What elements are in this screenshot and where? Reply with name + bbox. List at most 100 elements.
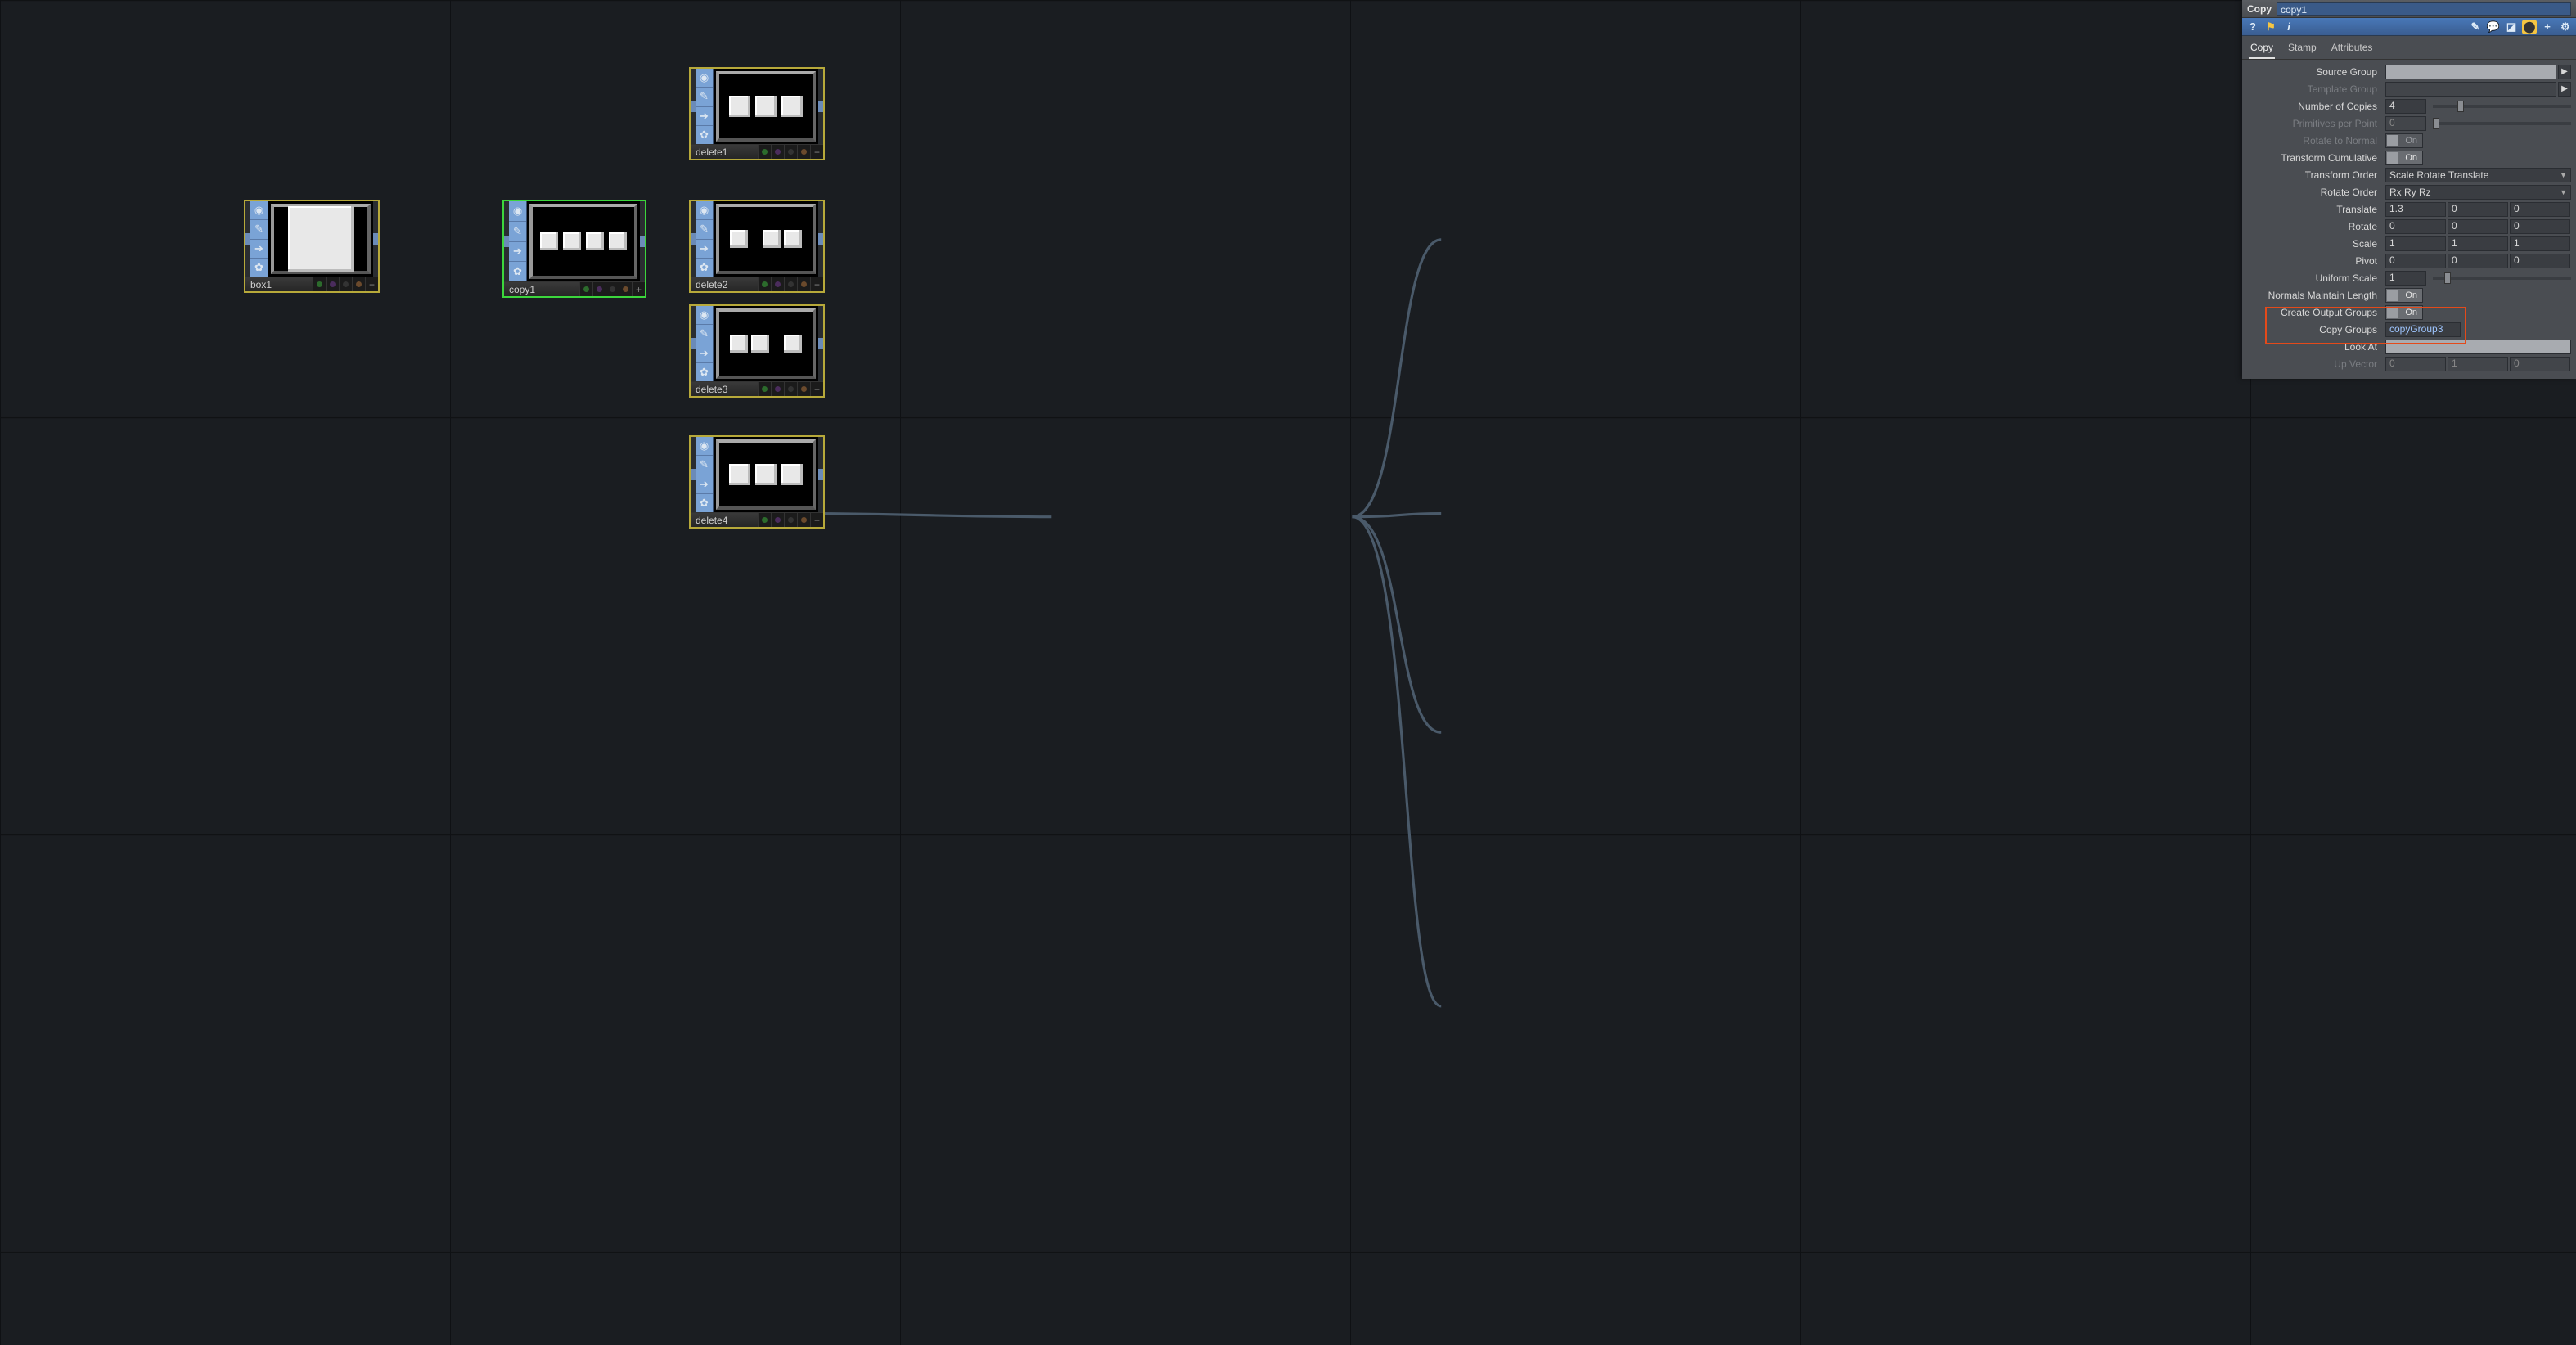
node-delete3[interactable]: ◉ ✎ ➔ ✿ delete3 + — [689, 304, 825, 398]
colorswatch-icon[interactable]: ◪ — [2504, 20, 2519, 34]
lock-icon[interactable]: ✎ — [696, 220, 713, 239]
lock-icon[interactable]: ✎ — [250, 220, 268, 239]
parameter-rows: Source Group ▶ Template Group ▶ Number o… — [2242, 60, 2576, 379]
sx-field[interactable]: 1 — [2385, 236, 2446, 251]
node-flag-column: ◉ ✎ ➔ ✿ — [509, 201, 527, 281]
node-label[interactable]: box1 — [245, 277, 313, 291]
tab-copy[interactable]: Copy — [2249, 39, 2275, 59]
lookat-field[interactable] — [2385, 340, 2571, 354]
tcum-toggle[interactable]: On — [2385, 151, 2423, 165]
help-icon[interactable]: ? — [2245, 20, 2260, 34]
display-icon[interactable]: ➔ — [696, 107, 713, 126]
param-transform-order: Transform Order Scale Rotate Translate▼ — [2247, 166, 2571, 183]
info-icon[interactable]: i — [2281, 20, 2296, 34]
template-group-field — [2385, 82, 2556, 97]
node-info-icon[interactable]: ⚑ — [2263, 20, 2278, 34]
lock-icon[interactable]: ✎ — [696, 325, 713, 344]
param-uniform-scale: Uniform Scale 1 — [2247, 269, 2571, 286]
tz-field[interactable]: 0 — [2510, 202, 2570, 217]
node-output-port[interactable] — [818, 437, 823, 512]
node-output-port[interactable] — [818, 306, 823, 381]
node-delete1[interactable]: ◉ ✎ ➔ ✿ delete1 + — [689, 67, 825, 160]
node-preview — [716, 308, 816, 379]
display-icon[interactable]: ➔ — [250, 240, 268, 259]
template-icon[interactable]: ✿ — [250, 259, 268, 277]
source-group-menu[interactable]: ▶ — [2558, 65, 2571, 79]
operator-name-field[interactable]: copy1 — [2277, 2, 2571, 16]
parameter-pane: Copy copy1 ? ⚑ i ✎ 💬 ◪ ⬤ + ⚙ Copy Stamp … — [2242, 0, 2576, 379]
template-icon[interactable]: ✿ — [696, 259, 713, 277]
parameter-title-bar: Copy copy1 — [2242, 0, 2576, 18]
template-icon[interactable]: ✿ — [696, 126, 713, 144]
param-up-vector: Up Vector 0 1 0 — [2247, 355, 2571, 372]
tab-attributes[interactable]: Attributes — [2330, 39, 2375, 59]
gear-icon[interactable]: ⚙ — [2558, 20, 2573, 34]
cog-toggle[interactable]: On — [2385, 305, 2423, 320]
copygroups-field[interactable]: copyGroup3 — [2385, 322, 2461, 337]
bypass-icon[interactable]: ◉ — [509, 201, 526, 222]
param-create-output-groups: Create Output Groups On — [2247, 304, 2571, 321]
rx-field[interactable]: 0 — [2385, 219, 2446, 234]
node-delete2[interactable]: ◉ ✎ ➔ ✿ delete2 + — [689, 200, 825, 293]
nml-toggle[interactable]: On — [2385, 288, 2423, 303]
param-rotate-to-normal: Rotate to Normal On — [2247, 132, 2571, 149]
parameter-toolbar: ? ⚑ i ✎ 💬 ◪ ⬤ + ⚙ — [2242, 18, 2576, 36]
ux-field: 0 — [2385, 357, 2446, 371]
template-icon[interactable]: ✿ — [509, 262, 526, 281]
node-label[interactable]: delete4 — [691, 513, 758, 527]
rotate-order-dropdown[interactable]: Rx Ry Rz▼ — [2385, 185, 2571, 200]
node-label[interactable]: delete3 — [691, 382, 758, 396]
bypass-icon[interactable]: ◉ — [250, 201, 268, 220]
node-copy1[interactable]: ◉ ✎ ➔ ✿ copy1 + — [502, 200, 646, 298]
node-preview — [716, 439, 816, 510]
ty-field[interactable]: 0 — [2448, 202, 2508, 217]
display-icon[interactable]: ➔ — [509, 242, 526, 263]
node-output-port[interactable] — [818, 69, 823, 144]
px-field[interactable]: 0 — [2385, 254, 2446, 268]
display-icon[interactable]: ➔ — [696, 344, 713, 363]
uy-field: 1 — [2448, 357, 2508, 371]
lock-icon[interactable]: ✎ — [696, 456, 713, 475]
node-label[interactable]: delete2 — [691, 277, 758, 291]
param-translate: Translate 1.3 0 0 — [2247, 200, 2571, 218]
tab-stamp[interactable]: Stamp — [2286, 39, 2318, 59]
add-icon[interactable]: + — [2540, 20, 2555, 34]
rz-field[interactable]: 0 — [2510, 219, 2570, 234]
python-icon[interactable]: ⬤ — [2522, 20, 2537, 34]
sy-field[interactable]: 1 — [2448, 236, 2508, 251]
display-icon[interactable]: ➔ — [696, 475, 713, 494]
template-icon[interactable]: ✿ — [696, 363, 713, 381]
source-group-field[interactable] — [2385, 65, 2556, 79]
node-output-port[interactable] — [818, 201, 823, 277]
node-delete4[interactable]: ◉ ✎ ➔ ✿ delete4 + — [689, 435, 825, 529]
node-output-port[interactable] — [640, 201, 645, 281]
comment-icon[interactable]: 💬 — [2486, 20, 2501, 34]
ncopies-slider[interactable] — [2433, 105, 2571, 108]
template-icon[interactable]: ✿ — [696, 494, 713, 512]
bypass-icon[interactable]: ◉ — [696, 69, 713, 88]
pz-field[interactable]: 0 — [2510, 254, 2570, 268]
edit-icon[interactable]: ✎ — [2468, 20, 2483, 34]
lock-icon[interactable]: ✎ — [696, 88, 713, 106]
transform-order-dropdown[interactable]: Scale Rotate Translate▼ — [2385, 168, 2571, 182]
bypass-icon[interactable]: ◉ — [696, 306, 713, 325]
node-box1[interactable]: ◉ ✎ ➔ ✿ box1 + — [244, 200, 380, 293]
node-output-port[interactable] — [373, 201, 378, 277]
node-label[interactable]: delete1 — [691, 145, 758, 159]
lock-icon[interactable]: ✎ — [509, 222, 526, 242]
tx-field[interactable]: 1.3 — [2385, 202, 2446, 217]
sz-field[interactable]: 1 — [2510, 236, 2570, 251]
param-source-group: Source Group ▶ — [2247, 63, 2571, 80]
ncopies-field[interactable]: 4 — [2385, 99, 2426, 114]
py-field[interactable]: 0 — [2448, 254, 2508, 268]
node-status-flags: + — [758, 277, 823, 291]
ry-field[interactable]: 0 — [2448, 219, 2508, 234]
node-label[interactable]: copy1 — [504, 282, 579, 296]
node-graph-canvas[interactable]: ◉ ✎ ➔ ✿ box1 + ◉ — [0, 0, 2576, 1345]
uscale-field[interactable]: 1 — [2385, 271, 2426, 286]
node-status-flags: + — [579, 282, 645, 296]
bypass-icon[interactable]: ◉ — [696, 437, 713, 456]
bypass-icon[interactable]: ◉ — [696, 201, 713, 220]
display-icon[interactable]: ➔ — [696, 240, 713, 259]
uscale-slider[interactable] — [2433, 277, 2571, 280]
